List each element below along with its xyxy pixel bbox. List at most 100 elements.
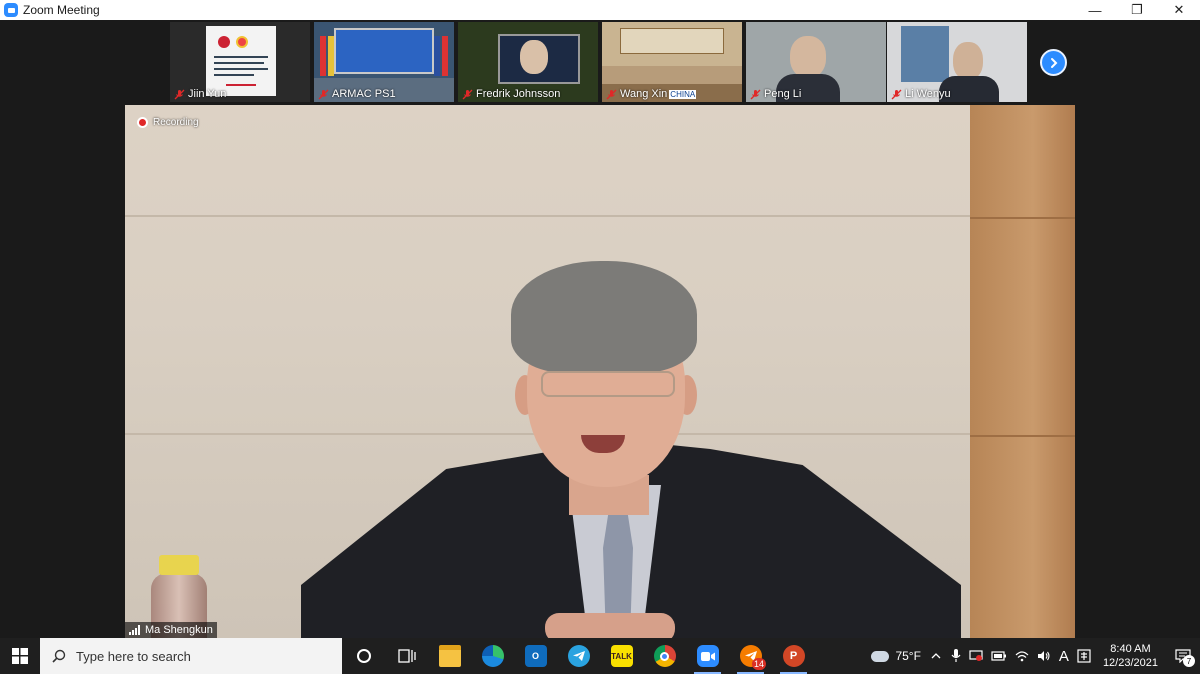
recording-icon xyxy=(137,117,148,128)
wood-pillar xyxy=(970,105,1075,638)
speaker-hair xyxy=(511,261,697,373)
participant-name: Li Wenyu xyxy=(905,88,951,100)
next-page-button[interactable] xyxy=(1040,49,1067,76)
cortana-button[interactable] xyxy=(342,638,385,674)
minimize-button[interactable]: — xyxy=(1074,0,1116,20)
weather-widget[interactable]: 75°F xyxy=(867,638,924,674)
start-button[interactable] xyxy=(0,638,40,674)
taskbar-clock[interactable]: 8:40 AM 12/23/2021 xyxy=(1095,642,1166,670)
notification-count: 7 xyxy=(1183,655,1195,667)
muted-mic-icon xyxy=(606,89,617,100)
bottle-cap xyxy=(159,555,199,575)
pillar-seam xyxy=(970,217,1075,219)
wifi-icon xyxy=(1015,651,1029,662)
participant-label: Fredrik Johnsson xyxy=(462,87,560,101)
outlook-button[interactable]: O xyxy=(514,638,557,674)
windows-taskbar: Type here to search O TALK 14 P 75°F A 8… xyxy=(0,638,1200,674)
file-explorer-icon xyxy=(438,645,461,667)
participant-label: Li Wenyu xyxy=(891,87,951,101)
pillar-seam xyxy=(970,435,1075,437)
window-title: Zoom Meeting xyxy=(23,3,100,17)
speaker-volume-icon xyxy=(1037,651,1050,661)
task-view-button[interactable] xyxy=(385,638,428,674)
unread-badge: 14 xyxy=(751,658,766,670)
zoom-button[interactable] xyxy=(686,638,729,674)
show-hidden-icons-button[interactable] xyxy=(925,638,947,674)
system-tray: 75°F A 8:40 AM 12/23/2021 7 xyxy=(867,638,1200,674)
participant-tile-wang-xin[interactable]: Wang Xin CHINA xyxy=(602,22,742,102)
powerpoint-button[interactable]: P xyxy=(772,638,815,674)
active-speaker-video: Recording Ma Shengkun xyxy=(125,105,1075,638)
volume-tray-button[interactable] xyxy=(1033,638,1055,674)
restore-button[interactable]: ❐ xyxy=(1116,0,1158,20)
screen-share-tray-button[interactable] xyxy=(965,638,987,674)
outlook-icon: O xyxy=(524,645,547,667)
speaker-glasses xyxy=(541,371,675,397)
input-indicator-label: A xyxy=(1058,647,1069,665)
muted-mic-icon xyxy=(891,89,902,100)
participant-name: ARMAC PS1 xyxy=(332,88,396,100)
input-language-button[interactable]: A xyxy=(1055,638,1073,674)
flag-decor xyxy=(320,36,326,76)
kakaotalk-icon: TALK xyxy=(610,645,633,667)
cortana-icon xyxy=(356,649,371,663)
participant-name: Jiin Yun xyxy=(188,88,227,100)
signal-strength-icon xyxy=(129,625,141,635)
participant-tile-peng-li[interactable]: Peng Li xyxy=(746,22,886,102)
participant-tile-armac-ps1[interactable]: ARMAC PS1 xyxy=(314,22,454,102)
window-controls: — ❐ ✕ xyxy=(1074,0,1200,20)
chevron-up-icon xyxy=(931,653,941,659)
ime-tray-button[interactable] xyxy=(1073,638,1095,674)
taskbar-search-box[interactable]: Type here to search xyxy=(40,638,342,674)
file-explorer-button[interactable] xyxy=(428,638,471,674)
search-placeholder: Type here to search xyxy=(76,648,191,664)
edge-button[interactable] xyxy=(471,638,514,674)
cloudy-weather-icon xyxy=(871,650,890,662)
kakaotalk-button[interactable]: TALK xyxy=(600,638,643,674)
chevron-right-icon xyxy=(1050,57,1057,68)
battery-icon xyxy=(991,651,1006,661)
flag-decor xyxy=(442,36,448,76)
recording-label: Recording xyxy=(153,117,199,128)
meeting-area: Jiin Yun ARMAC PS1 Fredrik Johnsson Wang… xyxy=(0,20,1200,638)
participant-video xyxy=(953,42,983,80)
mail-app-button[interactable]: 14 xyxy=(729,638,772,674)
weather-temperature: 75°F xyxy=(895,649,921,663)
edge-icon xyxy=(481,645,504,667)
china-tag: CHINA xyxy=(669,89,697,99)
battery-tray-button[interactable] xyxy=(987,638,1011,674)
muted-mic-icon xyxy=(174,89,185,100)
flag-decor xyxy=(434,36,440,76)
participant-tile-fredrik-johnsson[interactable]: Fredrik Johnsson xyxy=(458,22,598,102)
notification-center-button[interactable]: 7 xyxy=(1166,638,1200,674)
speaker-hands xyxy=(545,613,675,638)
microphone-tray-button[interactable] xyxy=(947,638,965,674)
participant-label: Wang Xin CHINA xyxy=(606,87,697,101)
participant-tile-jiin-yun[interactable]: Jiin Yun xyxy=(170,22,310,102)
clock-date: 12/23/2021 xyxy=(1102,657,1158,669)
microphone-icon xyxy=(951,649,961,662)
participant-video xyxy=(790,36,826,78)
participant-tile-li-wenyu[interactable]: Li Wenyu xyxy=(887,22,1027,102)
shared-slide-thumbnail xyxy=(206,26,276,96)
wall-sign xyxy=(620,28,724,54)
wifi-tray-button[interactable] xyxy=(1011,638,1033,674)
muted-mic-icon xyxy=(750,89,761,100)
window-background xyxy=(901,26,949,82)
search-icon xyxy=(52,649,66,663)
muted-mic-icon xyxy=(462,89,473,100)
chrome-button[interactable] xyxy=(643,638,686,674)
recording-indicator[interactable]: Recording xyxy=(137,117,199,128)
wall-seam xyxy=(125,215,970,217)
telegram-button[interactable] xyxy=(557,638,600,674)
powerpoint-icon: P xyxy=(782,645,805,667)
participant-video xyxy=(520,40,548,74)
muted-mic-icon xyxy=(318,89,329,100)
participant-name: Fredrik Johnsson xyxy=(476,88,561,100)
close-button[interactable]: ✕ xyxy=(1158,0,1200,20)
participant-name: Wang Xin xyxy=(620,88,668,100)
task-view-icon xyxy=(397,649,416,663)
zoom-app-icon xyxy=(4,3,18,17)
window-titlebar: Zoom Meeting — ❐ ✕ xyxy=(0,0,1200,20)
screen-share-icon xyxy=(969,650,983,661)
